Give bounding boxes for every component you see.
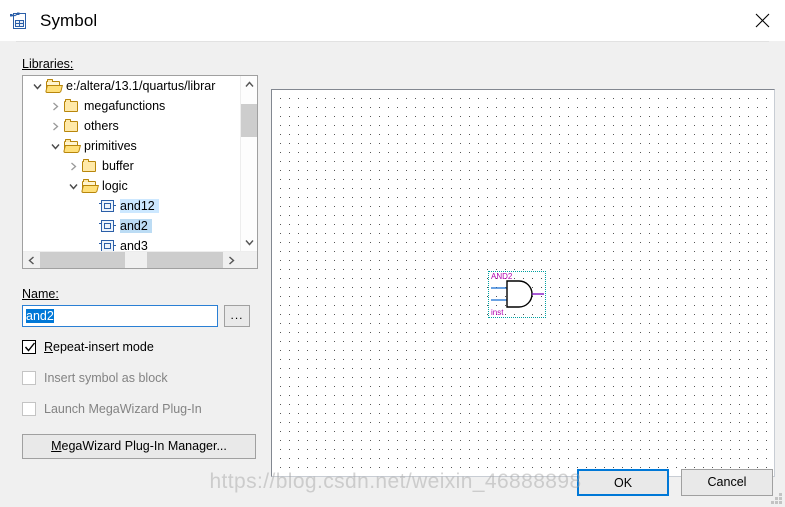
and-gate-drawing (491, 280, 544, 308)
title-bar: Symbol (0, 0, 785, 42)
name-row: ... (22, 305, 260, 327)
and-gate-body (506, 280, 533, 308)
folder-icon (63, 118, 80, 134)
chevron-down-icon[interactable] (47, 138, 63, 154)
symbol-file-icon (9, 11, 29, 31)
name-input[interactable] (22, 305, 218, 327)
scroll-up-arrow-icon[interactable] (241, 76, 257, 93)
tree-item-label: and3 (120, 239, 148, 251)
tree-item-and3[interactable]: and3 (23, 236, 240, 251)
checkbox-insert-symbol-as-block: Insert symbol as block (22, 367, 260, 389)
scroll-left-arrow-icon[interactable] (23, 252, 40, 268)
close-window-button[interactable] (739, 0, 785, 41)
checkbox-label: Launch MegaWizard Plug-In (44, 402, 202, 416)
tree-item-label: logic (102, 179, 128, 193)
ellipsis-icon: ... (230, 308, 244, 322)
cancel-button[interactable]: Cancel (681, 469, 773, 496)
tree-item-label: megafunctions (84, 99, 166, 113)
left-panel: Libraries: e:/altera/13.1/quartus/librar… (22, 57, 260, 459)
folder-open-icon (81, 178, 98, 194)
checkbox-launch-megawizard-plug-in: Launch MegaWizard Plug-In (22, 398, 260, 420)
folder-icon (81, 158, 98, 174)
window-title: Symbol (40, 10, 98, 30)
tree-item-and12[interactable]: and12 (23, 196, 240, 216)
name-label: Name: (22, 287, 59, 301)
tree-horizontal-scrollbar[interactable] (23, 251, 257, 268)
chevron-down-icon[interactable] (65, 178, 81, 194)
checkbox-repeat-insert-mode[interactable]: Repeat-insert mode (22, 336, 260, 358)
tree-item-label: primitives (84, 139, 137, 153)
ok-button[interactable]: OK (577, 469, 669, 496)
close-icon (755, 13, 769, 28)
chevron-right-icon[interactable] (47, 98, 63, 114)
symbol-preview-canvas[interactable]: AND2 inst (271, 89, 775, 477)
tree-item-label: e:/altera/13.1/quartus/librar (66, 79, 216, 93)
tree-item-megafunctions[interactable]: megafunctions (23, 96, 240, 116)
checkbox-checked-icon[interactable] (22, 340, 36, 354)
scroll-down-arrow-icon[interactable] (241, 234, 257, 251)
dialog-footer: OK Cancel (0, 455, 785, 507)
symbol-chip-icon (99, 218, 116, 234)
folder-open-icon (45, 78, 62, 94)
and-gate-symbol[interactable]: AND2 inst (488, 271, 546, 318)
tree-horizontal-scroll-thumb[interactable] (125, 252, 147, 268)
tree-item-label: and12 (120, 199, 159, 213)
symbol-dialog: Symbol Libraries: e:/altera/13.1/quartus… (0, 0, 785, 507)
folder-open-icon (63, 138, 80, 154)
tree-item-e-altera-13-1-quartus-librar[interactable]: e:/altera/13.1/quartus/librar (23, 76, 240, 96)
chevron-down-icon[interactable] (29, 78, 45, 94)
symbol-chip-icon (99, 198, 116, 214)
checkbox-label: Repeat-insert mode (44, 340, 154, 354)
libraries-tree[interactable]: e:/altera/13.1/quartus/librar megafunctio… (23, 76, 240, 251)
libraries-tree-panel[interactable]: e:/altera/13.1/quartus/librar megafunctio… (22, 75, 258, 269)
dialog-content: Libraries: e:/altera/13.1/quartus/librar… (0, 41, 785, 507)
tree-vertical-scroll-thumb[interactable] (241, 104, 257, 137)
cancel-button-label: Cancel (707, 475, 747, 489)
ok-button-label: OK (613, 476, 633, 490)
options-group: Repeat-insert mode Insert symbol as block… (22, 336, 260, 420)
checkbox-label: Insert symbol as block (44, 371, 168, 385)
tree-item-others[interactable]: others (23, 116, 240, 136)
libraries-label: Libraries: (22, 57, 74, 71)
checkbox-unchecked-icon (22, 402, 36, 416)
tree-item-label: and2 (120, 219, 152, 233)
tree-horizontal-scroll-track[interactable] (40, 252, 223, 268)
megawizard-button-label: MegaWizard Plug-In Manager... (51, 439, 227, 453)
resize-grip[interactable] (769, 491, 782, 504)
tree-item-label: buffer (102, 159, 134, 173)
symbol-chip-icon (99, 238, 116, 251)
chevron-right-icon[interactable] (65, 158, 81, 174)
tree-item-buffer[interactable]: buffer (23, 156, 240, 176)
chevron-right-icon[interactable] (47, 118, 63, 134)
checkbox-unchecked-icon (22, 371, 36, 385)
tree-vertical-scrollbar[interactable] (240, 76, 257, 251)
browse-button[interactable]: ... (224, 305, 250, 327)
tree-item-label: others (84, 119, 119, 133)
folder-icon (63, 98, 80, 114)
scroll-right-arrow-icon[interactable] (223, 252, 240, 268)
tree-item-logic[interactable]: logic (23, 176, 240, 196)
tree-item-and2[interactable]: and2 (23, 216, 240, 236)
tree-item-primitives[interactable]: primitives (23, 136, 240, 156)
